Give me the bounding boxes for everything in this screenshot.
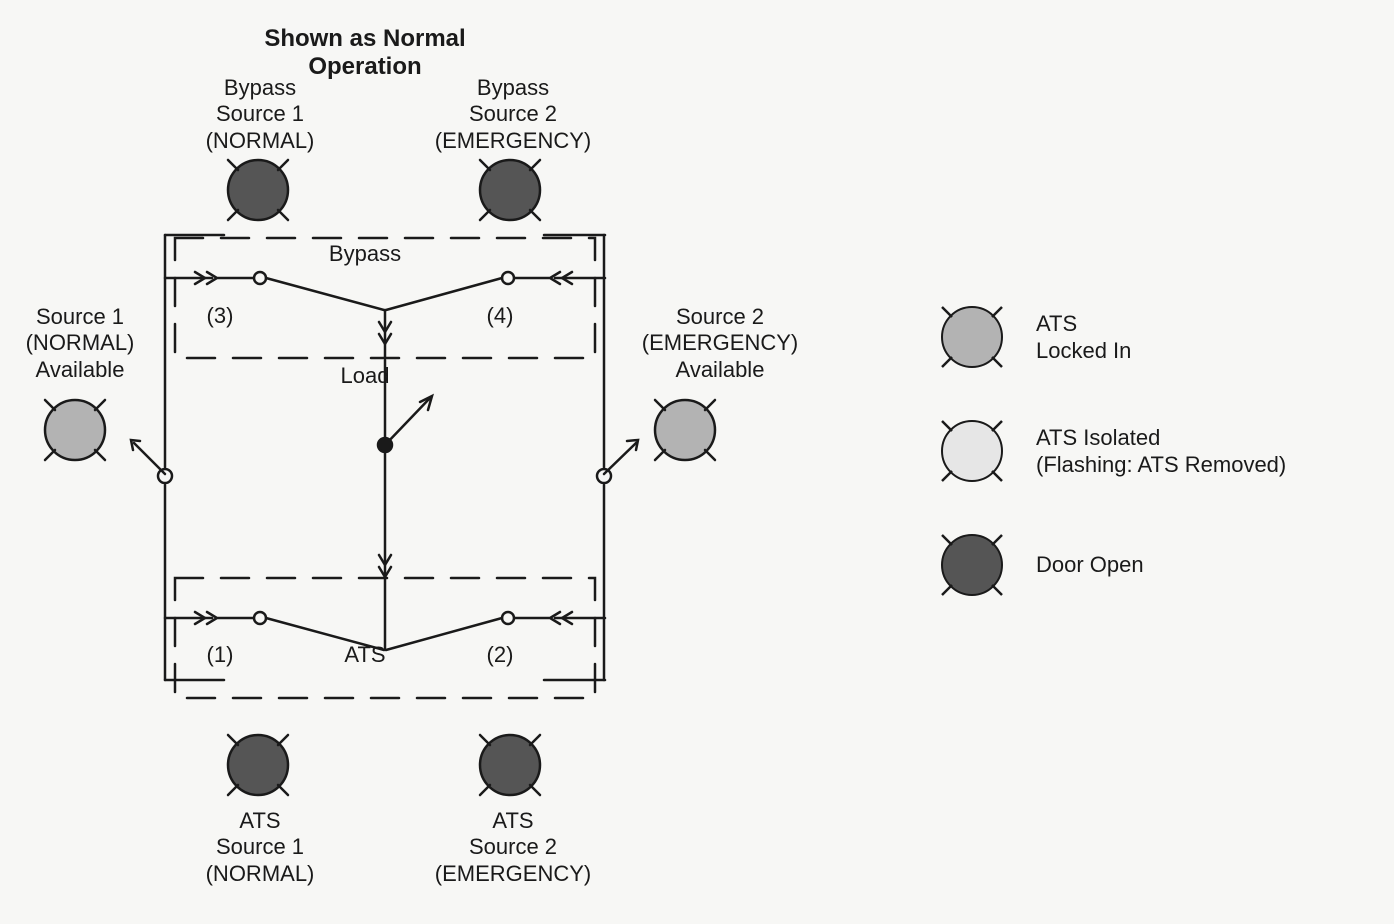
ats-switch-right [386,612,572,650]
bypass-switch-left [195,272,384,310]
one-line-diagram [0,0,1394,924]
bypass-switch-right [386,272,572,310]
lamp-source-2-available [655,400,715,460]
lamp-ats-source-2 [480,735,540,795]
lamp-bypass-source-1 [228,160,288,220]
ats-switch-left [195,612,384,650]
lamp-ats-source-1 [228,735,288,795]
lamp-bypass-source-2 [480,160,540,220]
lamp-source-1-available [45,400,105,460]
